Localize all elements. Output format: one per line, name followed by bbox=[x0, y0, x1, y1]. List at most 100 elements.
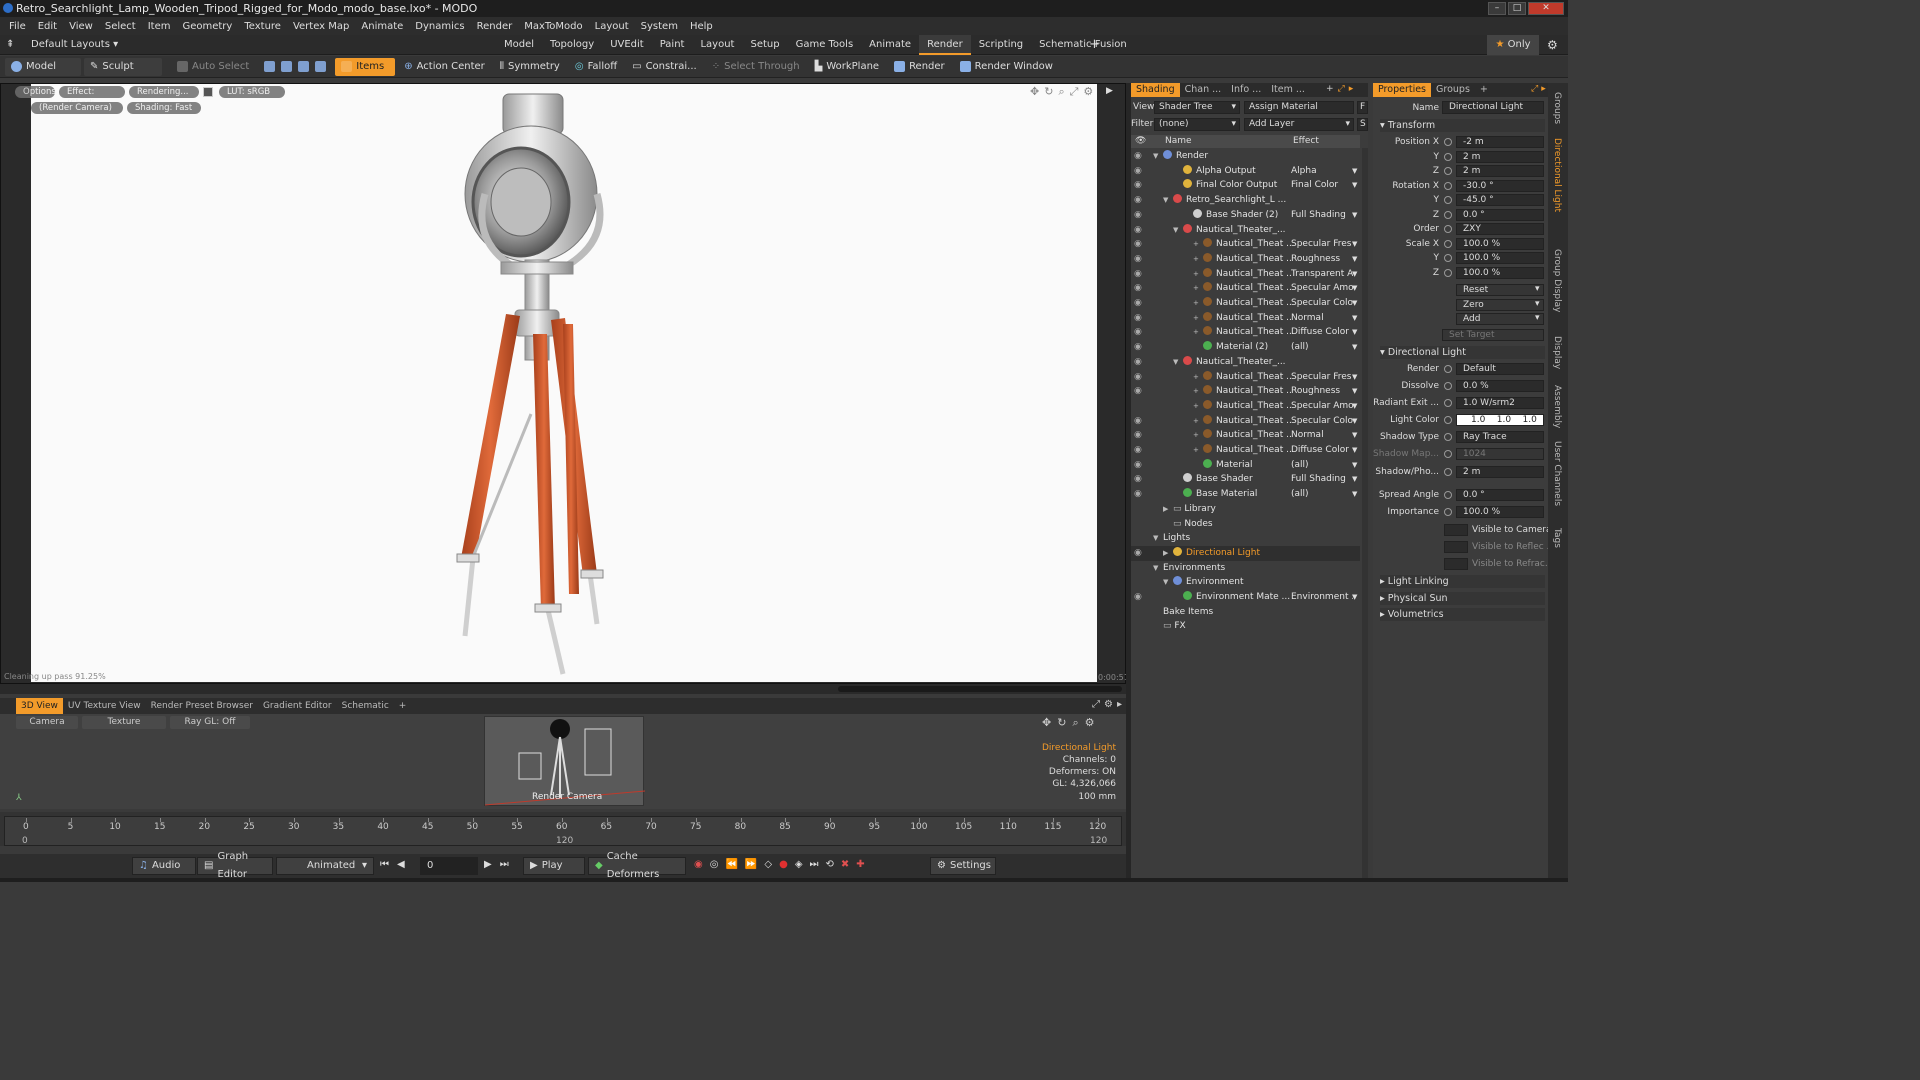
animate-dot-icon[interactable] bbox=[1444, 382, 1452, 390]
tree-row[interactable]: ◉ ▼ Nautical_Theater_... bbox=[1131, 223, 1360, 238]
animate-dot-icon[interactable] bbox=[1444, 399, 1452, 407]
add-tab-icon[interactable]: + bbox=[1326, 84, 1338, 94]
prop-field-shadow-type[interactable]: Ray Trace bbox=[1456, 431, 1544, 443]
zero-dropdown[interactable]: Zero bbox=[1456, 298, 1544, 311]
arrow-right-icon[interactable]: ▸ bbox=[1117, 699, 1126, 710]
eye-icon[interactable]: ◉ bbox=[1134, 372, 1144, 382]
eye-icon[interactable]: ◉ bbox=[1134, 195, 1144, 205]
workplane-button[interactable]: ▙ WorkPlane bbox=[809, 58, 885, 76]
animate-dot-icon[interactable] bbox=[1444, 196, 1452, 204]
chevron-down-icon[interactable]: ▼ bbox=[1352, 178, 1357, 193]
camera-button[interactable]: Camera bbox=[16, 716, 78, 729]
tree-item-effect[interactable]: Specular Color bbox=[1291, 296, 1353, 311]
animate-dot-icon[interactable] bbox=[1444, 433, 1452, 441]
material-mode-icon[interactable] bbox=[315, 61, 327, 72]
tree-row[interactable]: ▶ ▭ Library bbox=[1131, 502, 1360, 517]
pan-icon[interactable]: ✥ bbox=[1042, 716, 1057, 729]
side-tab-user-channels[interactable]: User Channels bbox=[1552, 438, 1562, 509]
tab-game-tools[interactable]: Game Tools bbox=[788, 35, 862, 55]
tree-item-effect[interactable]: Full Shading bbox=[1291, 472, 1353, 487]
auto-select-button[interactable]: Auto Select bbox=[171, 58, 255, 76]
tree-row[interactable]: ◉ + Nautical_Theat ...Specular Fres ...▼ bbox=[1131, 370, 1360, 385]
animate-dot-icon[interactable] bbox=[1444, 210, 1452, 219]
viewport-chip-effect-shadi[interactable]: Effect: (Shadi... bbox=[59, 86, 125, 109]
tab-model[interactable]: Model bbox=[496, 35, 542, 55]
effect-column[interactable]: Effect bbox=[1293, 135, 1319, 148]
expand-toggle-icon[interactable]: + bbox=[1193, 384, 1199, 399]
key-remove-icon[interactable]: ✖ bbox=[841, 859, 856, 870]
zoom-view-icon[interactable]: ⌕ bbox=[1058, 85, 1069, 98]
chevron-down-icon[interactable]: ▼ bbox=[1352, 399, 1357, 414]
tab-groups[interactable]: Groups bbox=[1431, 83, 1475, 97]
chevron-down-icon[interactable]: ▼ bbox=[1352, 472, 1357, 487]
checkbox[interactable] bbox=[1444, 524, 1468, 536]
selection-mode-icons[interactable] bbox=[258, 58, 332, 76]
tree-row[interactable]: ◉ Material (2) (all) ▼ bbox=[1131, 340, 1360, 355]
chevron-down-icon[interactable]: ▼ bbox=[1352, 384, 1357, 399]
tab-paint[interactable]: Paint bbox=[652, 35, 693, 55]
chevron-down-icon[interactable]: ▼ bbox=[1352, 340, 1357, 355]
side-tab-directional-light[interactable]: Directional Light bbox=[1552, 135, 1562, 215]
expand-toggle-icon[interactable]: ▼ bbox=[1163, 575, 1168, 590]
tree-item-effect[interactable]: Specular Amo ... bbox=[1291, 281, 1353, 296]
viewport-chip-render-camera[interactable]: (Render Camera) bbox=[31, 102, 123, 114]
menu-texture[interactable]: Texture bbox=[238, 21, 287, 32]
select-through-button[interactable]: ⁘ Select Through bbox=[706, 58, 806, 76]
constrain-button[interactable]: ▭ Constrai... bbox=[626, 58, 703, 76]
prop-field-z[interactable]: 0.0 ° bbox=[1456, 208, 1544, 221]
add-view-tab-icon[interactable]: + bbox=[394, 698, 412, 714]
prop-field-render[interactable]: Default bbox=[1456, 363, 1544, 375]
play-button[interactable]: ▶ Play bbox=[523, 857, 585, 875]
prev-frame-icon[interactable]: ⏪ bbox=[725, 859, 744, 870]
animate-dot-icon[interactable] bbox=[1444, 268, 1452, 277]
prop-field-rotation-x[interactable]: -30.0 ° bbox=[1456, 179, 1544, 192]
chevron-down-icon[interactable]: ▼ bbox=[1352, 428, 1357, 443]
menu-edit[interactable]: Edit bbox=[32, 21, 63, 32]
tab-uvedit[interactable]: UVEdit bbox=[602, 35, 652, 55]
next-frame-icon[interactable]: ⏩ bbox=[745, 859, 764, 870]
expand-toggle-icon[interactable]: ▼ bbox=[1153, 149, 1158, 164]
chevron-down-icon[interactable]: ▼ bbox=[1352, 164, 1357, 179]
checkbox[interactable] bbox=[1444, 541, 1468, 553]
chevron-down-icon[interactable]: ▼ bbox=[1352, 311, 1357, 326]
menu-geometry[interactable]: Geometry bbox=[176, 21, 238, 32]
render-window-button[interactable]: Render Window bbox=[954, 58, 1059, 76]
polygon-mode-icon[interactable] bbox=[298, 61, 310, 72]
expand-toggle-icon[interactable]: + bbox=[1193, 399, 1199, 414]
shading-arrow-icon[interactable]: ▸ bbox=[1349, 84, 1358, 94]
chevron-down-icon[interactable]: ▼ bbox=[1352, 208, 1357, 223]
tree-item-effect[interactable]: Specular Fres ... bbox=[1291, 237, 1353, 252]
expand-toggle-icon[interactable]: ▼ bbox=[1173, 355, 1178, 370]
skip-icon[interactable]: ⏭ bbox=[810, 859, 826, 870]
tab-properties[interactable]: Properties bbox=[1373, 83, 1432, 97]
prop-field-importance[interactable]: 100.0 % bbox=[1456, 506, 1544, 518]
chevron-down-icon[interactable]: ▼ bbox=[1352, 325, 1357, 340]
eye-icon[interactable]: ◉ bbox=[1134, 151, 1144, 161]
record-icon[interactable]: ◉ bbox=[694, 859, 710, 870]
expand-toggle-icon[interactable]: + bbox=[1193, 237, 1199, 252]
auto-key-icon[interactable]: ◎ bbox=[710, 859, 726, 870]
add-tab-icon[interactable]: + bbox=[1089, 37, 1100, 52]
chevron-down-icon[interactable]: ▼ bbox=[1352, 296, 1357, 311]
symmetry-button[interactable]: ⫴ Symmetry bbox=[494, 58, 566, 76]
go-end-icon[interactable]: ⏭ bbox=[500, 859, 517, 870]
section-physical-sun[interactable]: ▸ Physical Sun bbox=[1380, 591, 1545, 605]
animate-dot-icon[interactable] bbox=[1444, 152, 1452, 161]
tree-row[interactable]: ◉ ▶ Directional Light bbox=[1131, 545, 1360, 561]
tree-row[interactable]: ◉ + Nautical_Theat ... Roughness ▼ bbox=[1131, 252, 1360, 267]
prop-field-position-x[interactable]: -2 m bbox=[1456, 136, 1544, 148]
render-button[interactable]: Render bbox=[888, 58, 951, 76]
expand-toggle-icon[interactable]: + bbox=[1193, 414, 1199, 429]
sculpt-button[interactable]: ✎ Sculpt bbox=[84, 57, 162, 76]
tree-item-effect[interactable]: Roughness bbox=[1291, 252, 1353, 267]
tree-item-effect[interactable]: Diffuse Color bbox=[1291, 325, 1353, 340]
audio-button[interactable]: ♫ Audio bbox=[132, 857, 196, 875]
animate-dot-icon[interactable] bbox=[1444, 450, 1452, 458]
tab-layout[interactable]: Layout bbox=[692, 35, 742, 55]
tab-gradient-editor[interactable]: Gradient Editor bbox=[258, 698, 337, 714]
eye-icon[interactable]: ◉ bbox=[1134, 166, 1144, 176]
eye-icon[interactable]: ◉ bbox=[1134, 489, 1144, 499]
menu-select[interactable]: Select bbox=[99, 21, 142, 32]
prop-field-order[interactable]: ZXY bbox=[1456, 223, 1544, 235]
next-key-icon[interactable]: ▶ bbox=[484, 859, 500, 870]
